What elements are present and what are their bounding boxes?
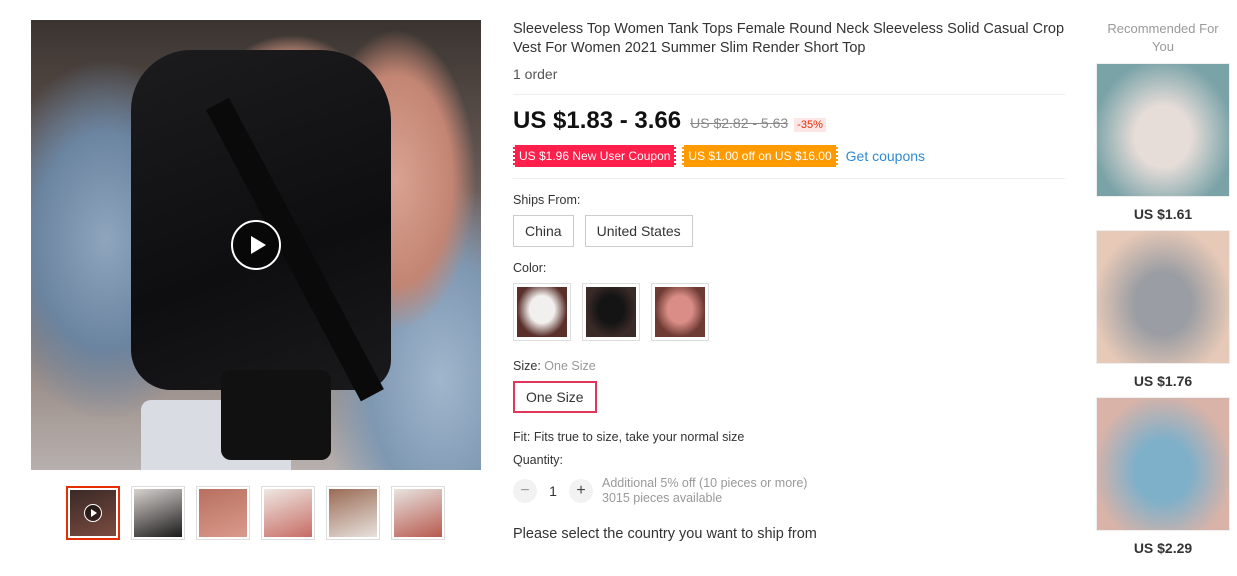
sale-price: US $1.83 - 3.66: [513, 107, 682, 134]
ships-from-options: China United States: [513, 215, 1065, 247]
size-options: One Size: [513, 381, 1065, 413]
bulk-discount-note: Additional 5% off (10 pieces or more): [602, 476, 808, 490]
coupon-row: US $1.96 New User Coupon US $1.00 off on…: [511, 145, 1065, 179]
order-count: 1 order: [513, 66, 1065, 95]
thumbnail-image: [199, 489, 247, 537]
recommended-item-price: US $1.76: [1133, 373, 1193, 389]
store-coupon[interactable]: US $1.00 off on US $16.00: [681, 145, 839, 167]
size-selected-value: One Size: [544, 359, 596, 373]
recommended-item-price: US $2.29: [1133, 540, 1193, 556]
color-swatch-3[interactable]: [651, 283, 709, 341]
thumbnail-1[interactable]: [66, 486, 120, 540]
quantity-label: Quantity:: [513, 453, 564, 467]
color-options: [513, 283, 1065, 341]
ships-from-united-states[interactable]: United States: [584, 215, 693, 247]
thumbnail-image: [394, 489, 442, 537]
original-price: US $2.82 - 5.63: [690, 115, 789, 131]
thumbnail-5[interactable]: [326, 486, 380, 540]
get-coupons-link[interactable]: Get coupons: [846, 148, 925, 164]
recommended-panel: Recommended For You US $1.61 US $1.76 US $…: [1096, 20, 1230, 556]
color-swatch-image: [586, 287, 636, 337]
ship-country-message: Please select the country you want to sh…: [513, 526, 817, 542]
stock-available: 3015 pieces available: [602, 491, 723, 505]
price-row: US $1.83 - 3.66 US $2.82 - 5.63 -35%: [513, 107, 1065, 135]
ships-from-label: Ships From:: [513, 193, 581, 207]
color-swatch-1[interactable]: [513, 283, 571, 341]
color-swatch-2[interactable]: [582, 283, 640, 341]
product-photo-bag: [221, 370, 331, 460]
quantity-note: Additional 5% off (10 pieces or more) 30…: [602, 476, 807, 506]
quantity-increase-button[interactable]: +: [569, 479, 593, 503]
play-video-button[interactable]: [231, 220, 281, 270]
product-main-image[interactable]: [31, 20, 481, 470]
recommended-item-price: US $1.61: [1133, 206, 1193, 222]
recommended-item-image[interactable]: [1096, 397, 1230, 531]
new-user-coupon[interactable]: US $1.96 New User Coupon: [511, 145, 678, 167]
size-label: Size:: [513, 359, 541, 373]
play-icon: [84, 504, 102, 522]
discount-badge: -35%: [794, 118, 826, 132]
ships-from-china[interactable]: China: [513, 215, 574, 247]
color-swatch-image: [655, 287, 705, 337]
quantity-stepper: − 1 + Additional 5% off (10 pieces or mo…: [513, 476, 1065, 506]
thumbnail-image: [329, 489, 377, 537]
recommended-item[interactable]: US $1.76: [1096, 230, 1230, 389]
quantity-value[interactable]: 1: [537, 483, 569, 499]
product-info: Sleeveless Top Women Tank Tops Female Ro…: [511, 20, 1065, 542]
fit-note: Fit: Fits true to size, take your normal…: [513, 430, 745, 444]
product-title: Sleeveless Top Women Tank Tops Female Ro…: [513, 21, 1065, 56]
play-icon: [250, 236, 266, 254]
recommended-item[interactable]: US $2.29: [1096, 397, 1230, 556]
recommended-item[interactable]: US $1.61: [1096, 63, 1230, 222]
thumbnail-3[interactable]: [196, 486, 250, 540]
recommended-title: Recommended For You: [1107, 21, 1219, 54]
thumbnail-6[interactable]: [391, 486, 445, 540]
color-swatch-image: [517, 287, 567, 337]
size-label-row: Size: One Size: [513, 359, 1065, 373]
recommended-item-image[interactable]: [1096, 63, 1230, 197]
size-option-one-size[interactable]: One Size: [513, 381, 597, 413]
thumbnail-image: [264, 489, 312, 537]
thumbnail-2[interactable]: [131, 486, 185, 540]
recommended-item-image[interactable]: [1096, 230, 1230, 364]
color-label: Color:: [513, 261, 547, 275]
thumbnail-image: [134, 489, 182, 537]
quantity-decrease-button[interactable]: −: [513, 479, 537, 503]
thumbnail-strip: [66, 486, 445, 540]
thumbnail-4[interactable]: [261, 486, 315, 540]
recommended-list: US $1.61 US $1.76 US $2.29: [1096, 63, 1230, 556]
